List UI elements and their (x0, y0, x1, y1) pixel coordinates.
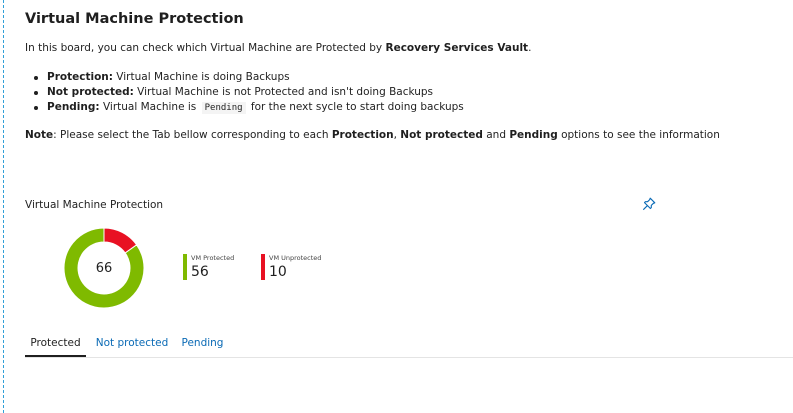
legend-swatch-unprotected (261, 254, 265, 280)
status-definition-list: Protection: Virtual Machine is doing Bac… (25, 70, 464, 115)
chart-title: Virtual Machine Protection (25, 199, 164, 211)
legend-value: 56 (191, 264, 209, 280)
note-b2: Not protected (400, 129, 483, 141)
legend-swatch-protected (183, 254, 187, 280)
legend-label: VM Unprotected (269, 254, 322, 262)
list-item: Pending: Virtual Machine is Pending for … (25, 100, 464, 115)
board: Virtual Machine Protection In this board… (25, 0, 793, 413)
bullet-text-after: for the next sycle to start doing backup… (247, 101, 464, 113)
board-left-border (3, 0, 4, 413)
bullet-code: Pending (201, 102, 246, 114)
bullet-text: Virtual Machine is doing Backups (112, 71, 290, 83)
legend-vm-unprotected[interactable]: VM Unprotected 10 (261, 254, 341, 282)
note-label: Note (25, 129, 54, 141)
note-b1: Protection (331, 129, 394, 141)
note-t3: and (482, 129, 510, 141)
legend-value: 10 (269, 264, 287, 280)
page-title: Virtual Machine Protection (25, 11, 244, 27)
note-t1: : Please select the Tab bellow correspon… (53, 129, 332, 141)
note-text: Note: Please select the Tab bellow corre… (25, 129, 720, 141)
pin-icon[interactable] (642, 196, 656, 211)
bullet-text: Virtual Machine is not Protected and isn… (133, 86, 434, 98)
tab-protected[interactable]: Protected (25, 331, 86, 357)
intro-text: In this board, you can check which Virtu… (25, 42, 531, 54)
intro-bold: Recovery Services Vault (385, 42, 529, 54)
bullet-term: Pending: (47, 101, 100, 113)
legend-label: VM Protected (191, 254, 235, 262)
legend-vm-protected[interactable]: VM Protected 56 (183, 254, 253, 282)
tab-not-protected[interactable]: Not protected (95, 331, 169, 356)
protection-donut-chart[interactable]: 66 (63, 227, 145, 309)
tab-pending[interactable]: Pending (180, 331, 225, 356)
note-t4: options to see the information (557, 129, 720, 141)
donut-total: 66 (95, 260, 113, 276)
intro-prefix: In this board, you can check which Virtu… (25, 42, 386, 54)
intro-suffix: . (528, 42, 532, 54)
bullet-text: Virtual Machine is (99, 101, 200, 113)
list-item: Not protected: Virtual Machine is not Pr… (25, 85, 464, 100)
tab-bar: Protected Not protected Pending (25, 331, 793, 358)
list-item: Protection: Virtual Machine is doing Bac… (25, 70, 464, 85)
note-b3: Pending (509, 129, 558, 141)
bullet-term: Not protected: (47, 86, 134, 98)
bullet-term: Protection: (47, 71, 113, 83)
